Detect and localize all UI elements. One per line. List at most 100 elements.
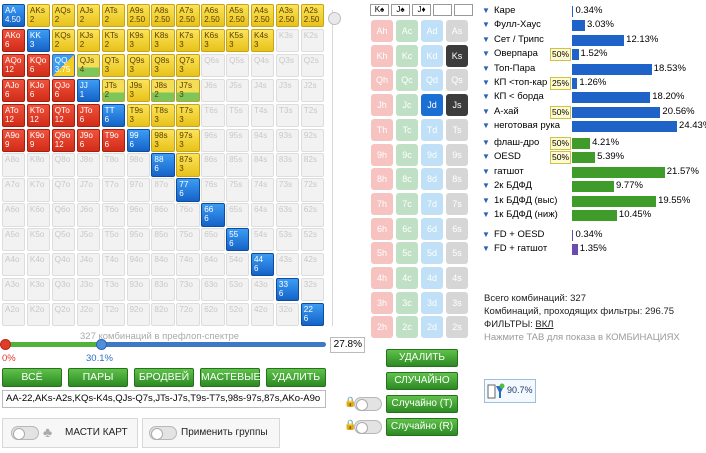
hand-cell[interactable]: AQs 2 [51, 4, 76, 28]
hand-cell[interactable]: T7o [101, 178, 125, 202]
delete-cards-button[interactable]: УДАЛИТЬ [386, 349, 458, 367]
hand-cell[interactable]: 75s [226, 178, 250, 202]
hand-cell[interactable]: 66 6 [201, 203, 225, 227]
hand-cell[interactable]: 87o [151, 178, 175, 202]
hand-cell[interactable]: 63s [275, 203, 300, 227]
filter-triangle-icon[interactable]: ▼ [482, 230, 490, 239]
board-card-1[interactable]: K♠ [370, 4, 389, 16]
hand-cell[interactable]: 84o [151, 253, 175, 277]
hand-cell[interactable]: 52s [300, 228, 325, 252]
hand-cell[interactable]: 32o [275, 302, 300, 327]
hand-cell[interactable]: J8o [76, 153, 101, 177]
hand-cell[interactable]: J7o [76, 178, 101, 202]
stat-row[interactable]: ▼ OESD 50% 5.39% [482, 151, 702, 165]
hand-cell[interactable]: T8s 3 [151, 103, 175, 127]
hand-cell[interactable]: J9s 3 [126, 78, 150, 103]
hand-cell[interactable]: Q3o [51, 277, 76, 302]
suit-card-cell[interactable]: 6h [371, 217, 393, 240]
suit-card-cell[interactable]: As [446, 20, 468, 42]
hand-cell[interactable]: TT 6 [101, 103, 125, 127]
hand-cell[interactable]: 74o [176, 253, 200, 277]
suit-card-cell[interactable]: 3h [371, 291, 393, 314]
hand-cell[interactable]: K5o [26, 228, 51, 252]
hand-cell[interactable]: 93o [126, 277, 150, 302]
hand-cell[interactable]: AJo 6 [2, 78, 26, 103]
hand-cell[interactable]: A9s 2.50 [126, 4, 150, 28]
hand-cell[interactable]: AQo 12 [2, 53, 26, 78]
suit-card-cell[interactable]: Qs [446, 69, 468, 92]
hand-cell[interactable]: 95o [126, 228, 150, 252]
hand-cell[interactable]: 92o [126, 302, 150, 327]
hand-cell[interactable]: AJs 2 [76, 4, 101, 28]
suit-card-cell[interactable]: Js [446, 94, 468, 117]
hand-cell[interactable]: 42o [251, 302, 275, 327]
suit-card-cell[interactable]: Ks [446, 44, 468, 67]
hand-cell[interactable]: 62s [300, 203, 325, 227]
hand-cell[interactable]: K7s 3 [176, 28, 200, 53]
hand-cell[interactable]: A9o 9 [2, 128, 26, 152]
stat-row[interactable]: ▼ 2к БДФД 9.77% [482, 180, 702, 193]
hand-cell[interactable]: T5o [101, 228, 125, 252]
hand-cell[interactable]: K5s 3 [226, 28, 250, 53]
stat-row[interactable]: ▼ Сет / Трипс 12.13% [482, 34, 702, 47]
hand-cell[interactable]: ATo 12 [2, 103, 26, 127]
suit-card-cell[interactable]: 7d [421, 192, 443, 215]
hand-cell[interactable]: 64o [201, 253, 225, 277]
hand-cell[interactable]: Q5s [226, 53, 250, 78]
hand-cell[interactable]: K7o [26, 178, 51, 202]
preset-broadway-button[interactable]: БРОДВЕЙ [134, 368, 194, 387]
filter-triangle-icon[interactable]: ▼ [482, 121, 490, 130]
hand-cell[interactable]: A7o [2, 178, 26, 202]
suit-card-cell[interactable]: 5h [371, 242, 393, 265]
hand-cell[interactable]: 54o [226, 253, 250, 277]
hand-cell[interactable]: A5s 2.50 [226, 4, 250, 28]
hand-cell[interactable]: K2o [26, 302, 51, 327]
suit-card-cell[interactable]: 6c [396, 217, 418, 240]
hand-cell[interactable]: AA 4.50 [2, 4, 26, 28]
hand-cell[interactable]: A8o [2, 153, 26, 177]
hand-cell[interactable]: A8s 2.50 [151, 4, 175, 28]
suit-card-cell[interactable]: Jd [421, 94, 443, 117]
stat-row[interactable]: ▼ Топ-Пара 18.53% [482, 63, 702, 76]
suit-card-cell[interactable]: 5s [446, 242, 468, 265]
hand-cell[interactable]: KQo 6 [26, 53, 51, 78]
hand-cell[interactable]: 77 6 [176, 178, 200, 202]
hand-cell[interactable]: 73o [176, 277, 200, 302]
hand-cell[interactable]: Q3s [275, 53, 300, 78]
hand-cell[interactable]: Q4o [51, 253, 76, 277]
hand-cell[interactable]: 74s [251, 178, 275, 202]
hand-cell[interactable]: 52o [226, 302, 250, 327]
hand-cell[interactable]: 98o [126, 153, 150, 177]
hand-cell[interactable]: 72o [176, 302, 200, 327]
hand-cell[interactable]: 33 6 [275, 277, 300, 302]
hand-cell[interactable]: K3o [26, 277, 51, 302]
hand-cell[interactable]: K9s 3 [126, 28, 150, 53]
hand-cell[interactable]: 96o [126, 203, 150, 227]
hand-cell[interactable]: 88 6 [151, 153, 175, 177]
suit-card-cell[interactable]: 2c [396, 316, 418, 339]
hand-cell[interactable]: 43o [251, 277, 275, 302]
hand-cell[interactable]: A5o [2, 228, 26, 252]
filters-toggle-link[interactable]: ВКЛ [535, 319, 553, 330]
range-slider-max-handle[interactable] [96, 339, 107, 350]
hand-cell[interactable]: KTs 2 [101, 28, 125, 53]
hand-cell[interactable]: 64s [251, 203, 275, 227]
stat-weight-box[interactable]: 25% [550, 77, 572, 90]
hand-cell[interactable]: J4o [76, 253, 101, 277]
stat-row[interactable]: ▼ неготовая рука 24.43% [482, 120, 706, 133]
hand-cell[interactable]: K4o [26, 253, 51, 277]
hand-cell[interactable]: T4s [251, 103, 275, 127]
suit-card-cell[interactable]: Ad [421, 20, 443, 42]
suit-card-cell[interactable]: Ts [446, 118, 468, 141]
suit-card-cell[interactable]: Ah [371, 20, 393, 42]
suit-card-cell[interactable]: 3d [421, 291, 443, 314]
suit-card-cell[interactable]: Qh [371, 69, 393, 92]
hand-cell[interactable]: T9o 6 [101, 128, 125, 152]
filter-triangle-icon[interactable]: ▼ [482, 167, 490, 176]
hand-cell[interactable]: 95s [226, 128, 250, 152]
hand-cell[interactable]: K6o [26, 203, 51, 227]
stat-row[interactable]: ▼ Оверпара 50% 1.52% [482, 48, 702, 62]
hand-cell[interactable]: J4s [251, 78, 275, 103]
suit-card-cell[interactable]: 9s [446, 143, 468, 166]
grid-scrollbar-thumb[interactable] [328, 12, 341, 25]
